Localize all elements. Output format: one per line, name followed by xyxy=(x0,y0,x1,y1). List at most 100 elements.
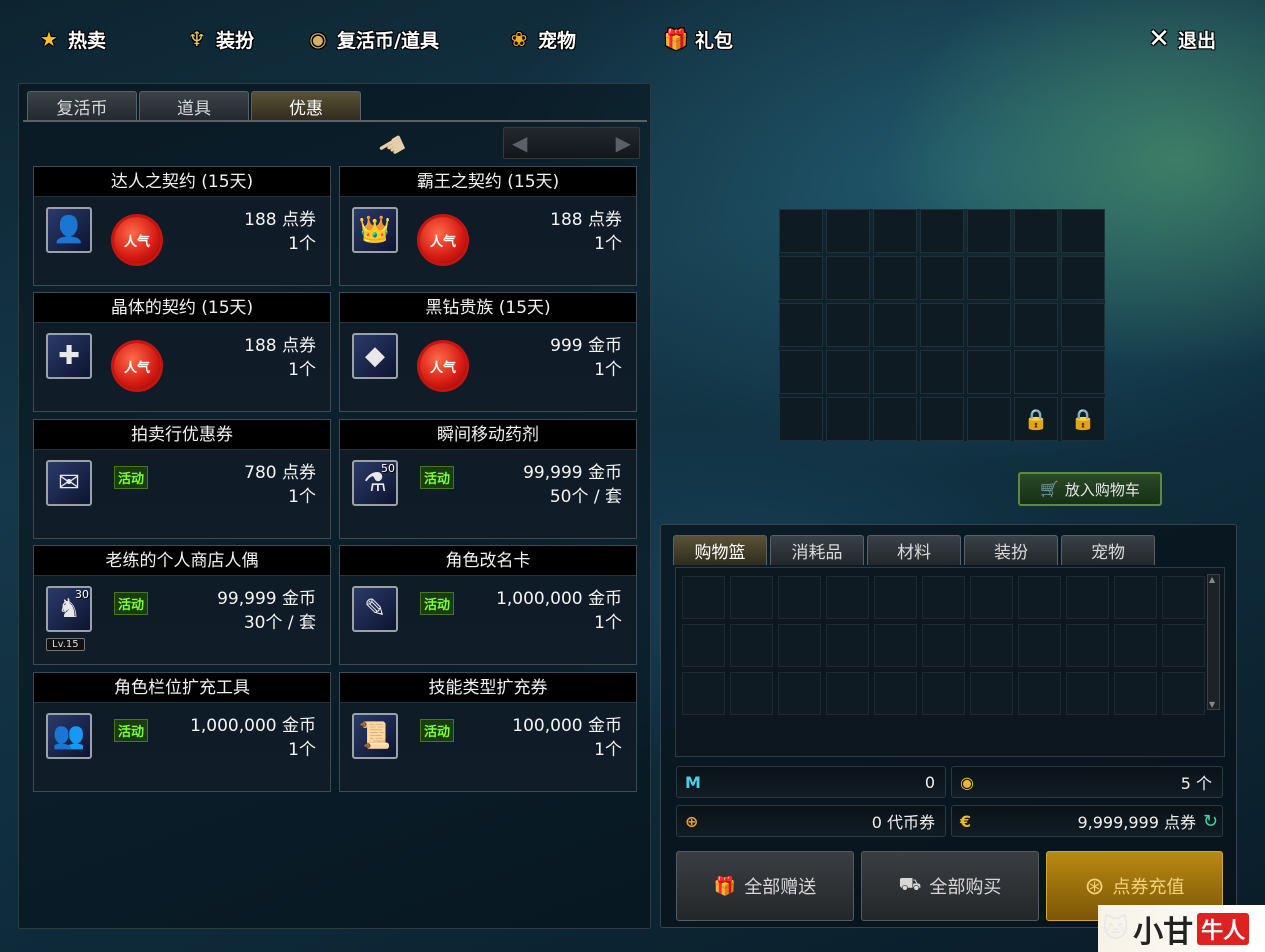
preview-slot[interactable] xyxy=(967,256,1011,300)
tab-items[interactable]: 道具 xyxy=(139,91,249,121)
preview-slot[interactable] xyxy=(1014,209,1058,253)
basket-slot[interactable] xyxy=(1066,576,1109,619)
basket-slot[interactable] xyxy=(970,576,1013,619)
basket-slot[interactable] xyxy=(970,672,1013,715)
preview-slot[interactable] xyxy=(1061,209,1105,253)
buy-all-button[interactable]: ⛟ 全部购买 xyxy=(861,851,1039,921)
tab-materials[interactable]: 材料 xyxy=(867,535,961,565)
tab-revive-coin[interactable]: 复活币 xyxy=(27,91,137,121)
preview-slot[interactable] xyxy=(1061,256,1105,300)
add-character-icon[interactable]: 👥 xyxy=(46,713,92,759)
basket-slot[interactable] xyxy=(1066,624,1109,667)
crystal-grid-icon[interactable]: ✚ xyxy=(46,333,92,379)
basket-slot[interactable] xyxy=(874,576,917,619)
item-card[interactable]: 晶体的契约 (15天) ✚ 人气 188 点券 1个 xyxy=(33,292,331,412)
preview-slot[interactable] xyxy=(779,303,823,347)
basket-slot[interactable] xyxy=(970,624,1013,667)
preview-slot[interactable] xyxy=(779,256,823,300)
doll-icon[interactable]: ♞ 30 xyxy=(46,586,92,632)
rename-pen-icon[interactable]: ✎ xyxy=(352,586,398,632)
tab-consumables[interactable]: 消耗品 xyxy=(770,535,864,565)
preview-slot[interactable] xyxy=(779,209,823,253)
basket-slot[interactable] xyxy=(922,624,965,667)
tab-avatar[interactable]: 装扮 xyxy=(964,535,1058,565)
basket-slot[interactable] xyxy=(730,672,773,715)
basket-slot[interactable] xyxy=(874,672,917,715)
preview-slot[interactable] xyxy=(920,209,964,253)
preview-slot[interactable] xyxy=(920,397,964,441)
nav-revive-coin[interactable]: ◉ 复活币/道具 xyxy=(305,22,439,56)
basket-slot[interactable] xyxy=(826,624,869,667)
basket-slot[interactable] xyxy=(1114,672,1157,715)
basket-slot[interactable] xyxy=(778,576,821,619)
preview-slot[interactable] xyxy=(826,209,870,253)
basket-slot[interactable] xyxy=(826,672,869,715)
basket-slot[interactable] xyxy=(682,624,725,667)
preview-slot[interactable] xyxy=(873,397,917,441)
preview-slot[interactable] xyxy=(920,350,964,394)
basket-slot[interactable] xyxy=(1114,624,1157,667)
item-card[interactable]: 拍卖行优惠券 ✉ 活动 780 点券 1个 xyxy=(33,419,331,539)
basket-slot[interactable] xyxy=(1018,576,1061,619)
item-card[interactable]: 瞬间移动药剂 ⚗ 50 活动 99,999 金币 50个 / 套 xyxy=(339,419,637,539)
preview-slot[interactable] xyxy=(826,256,870,300)
basket-slot[interactable] xyxy=(1114,576,1157,619)
basket-slot[interactable] xyxy=(730,576,773,619)
nav-gift-pack[interactable]: 🎁 礼包 xyxy=(663,22,733,56)
preview-slot[interactable]: 🔒 xyxy=(1061,397,1105,441)
black-diamond-icon[interactable]: ◆ xyxy=(352,333,398,379)
tab-pets[interactable]: 宠物 xyxy=(1061,535,1155,565)
preview-slot[interactable] xyxy=(967,209,1011,253)
basket-slot[interactable] xyxy=(778,672,821,715)
basket-slot[interactable] xyxy=(922,576,965,619)
nav-avatar[interactable]: ♆ 装扮 xyxy=(184,22,254,56)
preview-slot[interactable] xyxy=(1014,350,1058,394)
preview-slot[interactable] xyxy=(1014,256,1058,300)
basket-slot[interactable] xyxy=(1162,624,1205,667)
basket-slot[interactable] xyxy=(1018,672,1061,715)
item-card[interactable]: 角色改名卡 ✎ 活动 1,000,000 金币 1个 xyxy=(339,545,637,665)
basket-slot[interactable] xyxy=(730,624,773,667)
next-page-icon[interactable]: ▶ xyxy=(616,131,631,155)
prev-page-icon[interactable]: ◀ xyxy=(512,131,527,155)
exit-button[interactable]: ✕ 退出 xyxy=(1146,22,1216,56)
item-card[interactable]: 霸王之契约 (15天) 👑 人气 188 点券 1个 xyxy=(339,166,637,286)
preview-slot[interactable] xyxy=(826,303,870,347)
preview-slot[interactable] xyxy=(967,397,1011,441)
coupon-icon[interactable]: ✉ xyxy=(46,460,92,506)
preview-slot[interactable] xyxy=(1061,350,1105,394)
basket-scrollbar[interactable] xyxy=(1207,574,1220,710)
basket-slot[interactable] xyxy=(826,576,869,619)
tab-basket[interactable]: 购物篮 xyxy=(673,535,767,565)
scroll-icon[interactable]: 📜 xyxy=(352,713,398,759)
preview-slot[interactable] xyxy=(873,303,917,347)
preview-slot[interactable] xyxy=(920,256,964,300)
preview-slot[interactable] xyxy=(826,350,870,394)
item-card[interactable]: 技能类型扩充券 📜 活动 100,000 金币 1个 xyxy=(339,672,637,792)
refresh-icon[interactable]: ↻ xyxy=(1203,811,1218,832)
nav-pet[interactable]: ❀ 宠物 xyxy=(506,22,576,56)
potion-icon[interactable]: ⚗ 50 xyxy=(352,460,398,506)
preview-slot[interactable] xyxy=(779,397,823,441)
basket-slot[interactable] xyxy=(922,672,965,715)
preview-slot[interactable] xyxy=(873,209,917,253)
basket-slot[interactable] xyxy=(682,672,725,715)
warrior-portrait-icon[interactable]: 👤 xyxy=(46,207,92,253)
basket-slot[interactable] xyxy=(778,624,821,667)
preview-slot[interactable] xyxy=(1014,303,1058,347)
nav-hot-sale[interactable]: ★ 热卖 xyxy=(36,22,106,56)
basket-slot[interactable] xyxy=(874,624,917,667)
preview-slot[interactable]: 🔒 xyxy=(1014,397,1058,441)
golden-crown-icon[interactable]: 👑 xyxy=(352,207,398,253)
preview-slot[interactable] xyxy=(967,303,1011,347)
gift-all-button[interactable]: 🎁 全部赠送 xyxy=(676,851,854,921)
preview-slot[interactable] xyxy=(873,256,917,300)
preview-slot[interactable] xyxy=(826,397,870,441)
item-card[interactable]: 老练的个人商店人偶 ♞ 30 活动 99,999 金币 30个 / 套 Lv.15 xyxy=(33,545,331,665)
item-card[interactable]: 达人之契约 (15天) 👤 人气 188 点券 1个 xyxy=(33,166,331,286)
preview-slot[interactable] xyxy=(967,350,1011,394)
basket-slot[interactable] xyxy=(682,576,725,619)
preview-slot[interactable] xyxy=(1061,303,1105,347)
item-card[interactable]: 黑钻贵族 (15天) ◆ 人气 999 金币 1个 xyxy=(339,292,637,412)
preview-slot[interactable] xyxy=(873,350,917,394)
